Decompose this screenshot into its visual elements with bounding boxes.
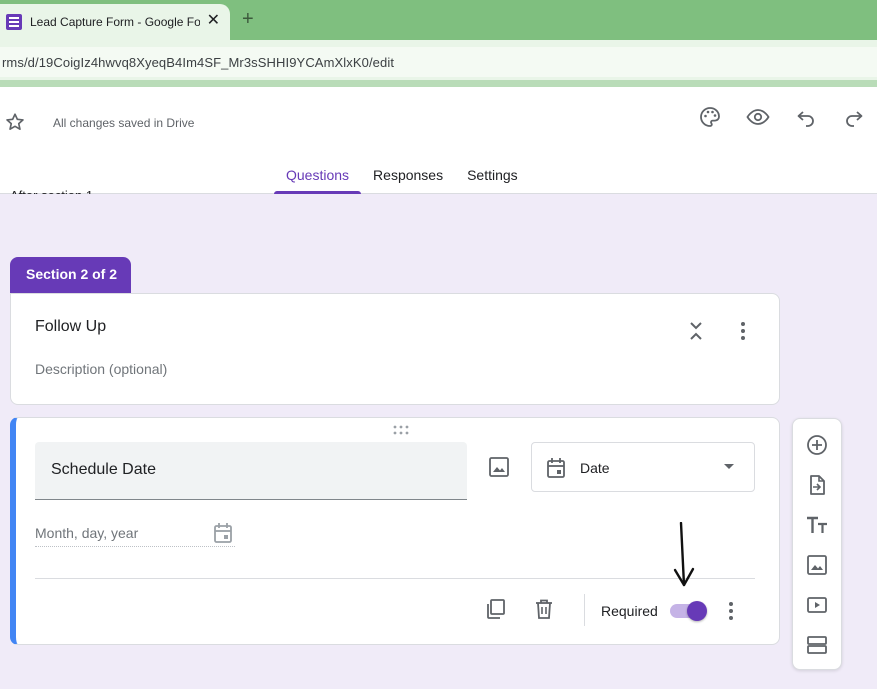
add-question-icon[interactable] xyxy=(806,434,828,456)
annotation-arrow-icon xyxy=(673,522,695,587)
browser-tabstrip: Lead Capture Form - Google Forms ✕ + xyxy=(0,0,877,40)
date-answer-field: Month, day, year xyxy=(35,525,235,547)
question-type-dropdown[interactable]: Date xyxy=(531,442,755,492)
section-badge: Section 2 of 2 xyxy=(10,257,131,293)
browser-tab[interactable]: Lead Capture Form - Google Forms ✕ xyxy=(0,4,230,40)
palette-icon[interactable] xyxy=(698,105,722,129)
more-vert-icon[interactable] xyxy=(740,321,746,341)
add-video-icon[interactable] xyxy=(806,594,828,616)
question-title-input[interactable]: Schedule Date xyxy=(35,442,467,500)
footer-separator xyxy=(584,594,585,626)
question-type-label: Date xyxy=(580,460,610,476)
delete-icon[interactable] xyxy=(533,598,555,620)
drag-handle-icon[interactable] xyxy=(392,425,410,435)
section-card[interactable]: Follow Up Description (optional) xyxy=(10,293,780,405)
toggle-thumb xyxy=(687,601,707,621)
add-title-icon[interactable] xyxy=(806,514,828,536)
star-icon[interactable] xyxy=(4,111,26,133)
required-label: Required xyxy=(601,603,658,619)
add-image-icon[interactable] xyxy=(806,554,828,576)
import-questions-icon[interactable] xyxy=(806,474,828,496)
tab-title: Lead Capture Form - Google Forms xyxy=(30,15,200,29)
forms-favicon-icon xyxy=(6,14,22,30)
forms-header: All changes saved in Drive Questions Res… xyxy=(0,87,877,194)
undo-icon[interactable] xyxy=(794,105,818,129)
duplicate-icon[interactable] xyxy=(485,598,507,620)
calendar-icon xyxy=(547,458,565,478)
address-bar[interactable]: rms/d/19CoigIz4hwvq8XyeqB4Im4SF_Mr3sSHHI… xyxy=(0,47,877,77)
date-calendar-icon xyxy=(214,523,232,543)
collapse-section-icon[interactable] xyxy=(686,320,706,342)
question-more-vert-icon[interactable] xyxy=(728,601,734,621)
section-description[interactable]: Description (optional) xyxy=(35,361,167,377)
question-footer-divider xyxy=(35,578,755,579)
dropdown-caret-icon xyxy=(724,464,734,469)
question-card[interactable]: Schedule Date Date Month, day, year Requ… xyxy=(10,417,780,645)
save-status: All changes saved in Drive xyxy=(53,116,195,130)
section-title[interactable]: Follow Up xyxy=(35,318,106,336)
url-text: rms/d/19CoigIz4hwvq8XyeqB4Im4SF_Mr3sSHHI… xyxy=(2,54,395,70)
new-tab-button[interactable]: + xyxy=(242,9,254,29)
tab-close-icon[interactable]: ✕ xyxy=(207,13,220,29)
required-toggle[interactable] xyxy=(670,601,708,621)
preview-eye-icon[interactable] xyxy=(746,105,770,129)
bookmarks-bar xyxy=(0,80,877,87)
add-section-icon[interactable] xyxy=(806,634,828,656)
form-tabs: Questions Responses Settings xyxy=(274,157,530,194)
tab-questions[interactable]: Questions xyxy=(274,157,362,194)
tab-responses[interactable]: Responses xyxy=(361,157,455,194)
add-image-icon[interactable] xyxy=(488,456,510,478)
tab-settings[interactable]: Settings xyxy=(455,157,530,194)
side-toolbar xyxy=(792,418,842,670)
after-section-text: After section 1 xyxy=(10,188,93,194)
redo-icon[interactable] xyxy=(842,105,866,129)
